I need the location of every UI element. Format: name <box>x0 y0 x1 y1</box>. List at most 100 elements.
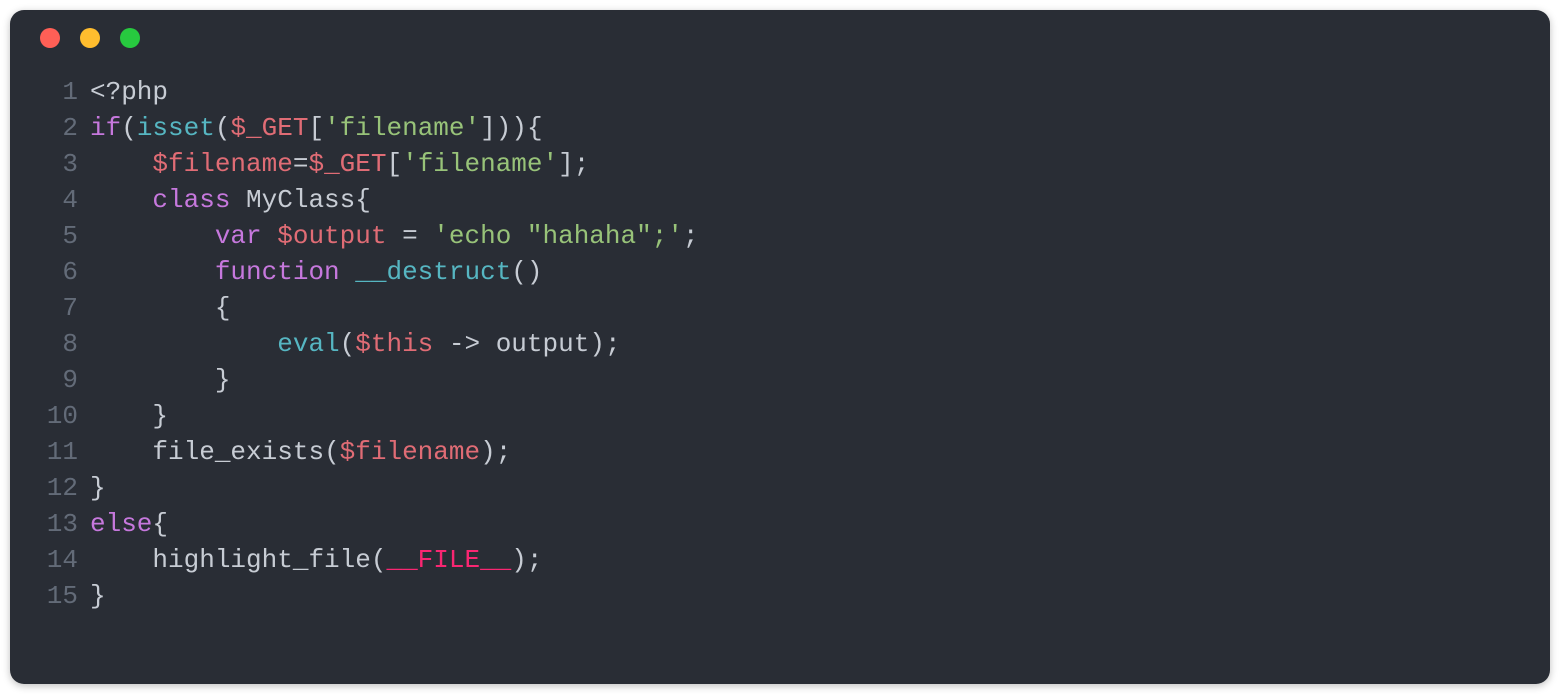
token <box>90 293 215 323</box>
code-line: 2if(isset($_GET['filename'])){ <box>30 110 1530 146</box>
token <box>90 257 215 287</box>
titlebar <box>10 10 1550 66</box>
token <box>90 545 152 575</box>
zoom-icon[interactable] <box>120 28 140 48</box>
line-number: 12 <box>30 470 90 506</box>
token: output <box>496 329 590 359</box>
token: ; <box>683 221 699 251</box>
close-icon[interactable] <box>40 28 60 48</box>
code-line: 8 eval($this -> output); <box>30 326 1530 362</box>
token: ) <box>480 437 496 467</box>
token: $this <box>355 329 433 359</box>
token: 'filename' <box>324 113 480 143</box>
token: 'echo "hahaha";' <box>433 221 683 251</box>
code-line: 7 { <box>30 290 1530 326</box>
token: isset <box>137 113 215 143</box>
code-content: file_exists($filename); <box>90 434 511 470</box>
code-line: 12} <box>30 470 1530 506</box>
token: } <box>152 401 168 431</box>
token: ] <box>480 113 496 143</box>
token: = <box>293 149 309 179</box>
token: ) <box>511 545 527 575</box>
code-window: 1<?php2if(isset($_GET['filename'])){3 $f… <box>10 10 1550 684</box>
code-content: } <box>90 470 106 506</box>
token: ) <box>511 113 527 143</box>
code-content: if(isset($_GET['filename'])){ <box>90 110 543 146</box>
code-line: 5 var $output = 'echo "hahaha";'; <box>30 218 1530 254</box>
token: <?php <box>90 77 168 107</box>
line-number: 15 <box>30 578 90 614</box>
code-content: else{ <box>90 506 168 542</box>
token: ( <box>340 329 356 359</box>
token <box>90 149 152 179</box>
token: { <box>152 509 168 539</box>
line-number: 9 <box>30 362 90 398</box>
token: ; <box>527 545 543 575</box>
token: } <box>215 365 231 395</box>
code-line: 13else{ <box>30 506 1530 542</box>
token: $filename <box>152 149 292 179</box>
token: -> <box>433 329 495 359</box>
code-line: 15} <box>30 578 1530 614</box>
token: if <box>90 113 121 143</box>
code-content: eval($this -> output); <box>90 326 621 362</box>
token <box>262 221 278 251</box>
token <box>230 185 246 215</box>
code-content: class MyClass{ <box>90 182 371 218</box>
token: eval <box>277 329 339 359</box>
token: ( <box>371 545 387 575</box>
code-content: var $output = 'echo "hahaha";'; <box>90 218 699 254</box>
token: = <box>386 221 433 251</box>
token: ( <box>511 257 527 287</box>
code-content: { <box>90 290 230 326</box>
token <box>340 257 356 287</box>
line-number: 5 <box>30 218 90 254</box>
token: } <box>90 473 106 503</box>
line-number: 4 <box>30 182 90 218</box>
line-number: 10 <box>30 398 90 434</box>
line-number: 2 <box>30 110 90 146</box>
code-content: $filename=$_GET['filename']; <box>90 146 589 182</box>
line-number: 14 <box>30 542 90 578</box>
code-line: 1<?php <box>30 74 1530 110</box>
code-line: 11 file_exists($filename); <box>30 434 1530 470</box>
code-line: 6 function __destruct() <box>30 254 1530 290</box>
token: class <box>152 185 230 215</box>
token: ] <box>558 149 574 179</box>
code-line: 10 } <box>30 398 1530 434</box>
line-number: 6 <box>30 254 90 290</box>
code-content: <?php <box>90 74 168 110</box>
token: __destruct <box>355 257 511 287</box>
token: ) <box>496 113 512 143</box>
token: ; <box>496 437 512 467</box>
code-content: function __destruct() <box>90 254 543 290</box>
token: ) <box>589 329 605 359</box>
token: ( <box>215 113 231 143</box>
minimize-icon[interactable] <box>80 28 100 48</box>
line-number: 13 <box>30 506 90 542</box>
token: __FILE__ <box>386 545 511 575</box>
token: ; <box>605 329 621 359</box>
token: function <box>215 257 340 287</box>
token: var <box>215 221 262 251</box>
token: } <box>90 581 106 611</box>
code-line: 4 class MyClass{ <box>30 182 1530 218</box>
token: $filename <box>340 437 480 467</box>
token <box>90 437 152 467</box>
token <box>90 185 152 215</box>
token: { <box>527 113 543 143</box>
token <box>90 365 215 395</box>
token: ( <box>121 113 137 143</box>
token: highlight_file <box>152 545 370 575</box>
code-line: 14 highlight_file(__FILE__); <box>30 542 1530 578</box>
token: [ <box>386 149 402 179</box>
token: file_exists <box>152 437 324 467</box>
token: ) <box>527 257 543 287</box>
token <box>90 329 277 359</box>
token: ; <box>574 149 590 179</box>
line-number: 7 <box>30 290 90 326</box>
code-content: highlight_file(__FILE__); <box>90 542 543 578</box>
code-area: 1<?php2if(isset($_GET['filename'])){3 $f… <box>10 66 1550 614</box>
token: { <box>355 185 371 215</box>
token: ( <box>324 437 340 467</box>
